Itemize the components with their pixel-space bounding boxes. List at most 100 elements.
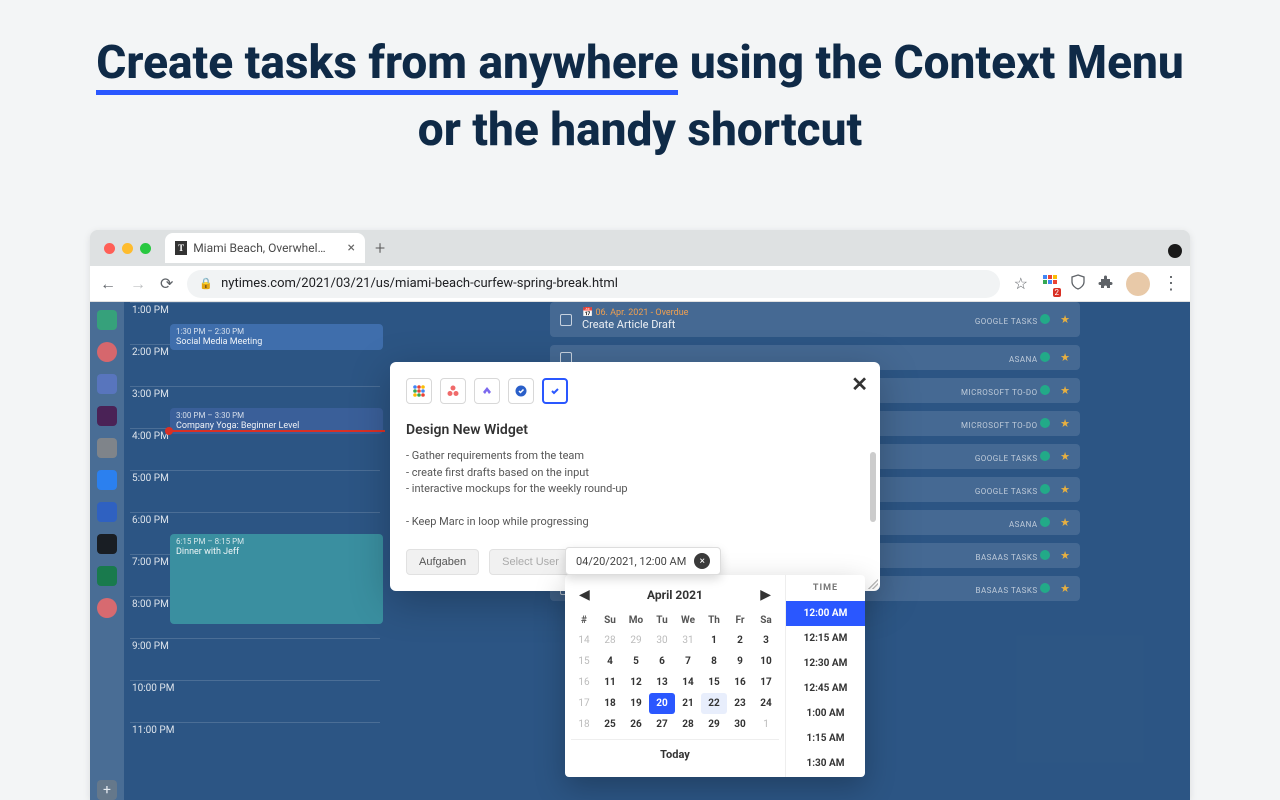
sidebar-app-7[interactable] bbox=[97, 502, 117, 522]
calendar-day[interactable]: 5 bbox=[623, 651, 649, 672]
calendar-day[interactable]: 27 bbox=[649, 714, 675, 735]
reload-icon[interactable]: ⟳ bbox=[160, 274, 173, 293]
sidebar-app-5[interactable] bbox=[97, 438, 117, 458]
time-option[interactable]: 12:00 AM bbox=[786, 601, 865, 626]
calendar-day[interactable]: 19 bbox=[623, 693, 649, 714]
time-option[interactable]: 1:15 AM bbox=[786, 726, 865, 751]
calendar-day[interactable]: 23 bbox=[727, 693, 753, 714]
maximize-window-icon[interactable] bbox=[140, 243, 151, 254]
extension-icon[interactable]: 2 bbox=[1042, 274, 1058, 294]
time-option[interactable]: 1:00 AM bbox=[786, 701, 865, 726]
calendar-day[interactable]: 1 bbox=[701, 630, 727, 651]
sidebar-app-2[interactable] bbox=[97, 342, 117, 362]
select-list-button[interactable]: Aufgaben bbox=[406, 549, 479, 575]
calendar-day[interactable]: 29 bbox=[701, 714, 727, 735]
star-icon[interactable]: ★ bbox=[1060, 549, 1070, 562]
calendar-day[interactable]: 10 bbox=[753, 651, 779, 672]
calendar-day[interactable]: 3 bbox=[753, 630, 779, 651]
resize-handle-icon[interactable] bbox=[868, 579, 878, 589]
sidebar-app-4[interactable] bbox=[97, 406, 117, 426]
calendar-day[interactable]: 16 bbox=[727, 672, 753, 693]
forward-icon[interactable]: → bbox=[130, 274, 146, 294]
star-icon[interactable]: ★ bbox=[1060, 516, 1070, 529]
integration-jira-icon[interactable] bbox=[508, 378, 534, 404]
calendar-day[interactable]: 29 bbox=[623, 630, 649, 651]
browser-tab[interactable]: T Miami Beach, Overwhelmed by × bbox=[165, 233, 365, 263]
calendar-day[interactable]: 24 bbox=[753, 693, 779, 714]
modal-close-icon[interactable]: ✕ bbox=[851, 372, 868, 396]
star-icon[interactable]: ★ bbox=[1060, 351, 1070, 364]
calendar-day[interactable]: 15 bbox=[701, 672, 727, 693]
calendar-day[interactable]: 8 bbox=[701, 651, 727, 672]
address-bar[interactable]: 🔒 nytimes.com/2021/03/21/us/miami-beach-… bbox=[187, 270, 999, 298]
star-icon[interactable]: ★ bbox=[1060, 450, 1070, 463]
task-checkbox[interactable] bbox=[560, 314, 572, 326]
sidebar-app-6[interactable] bbox=[97, 470, 117, 490]
time-option[interactable]: 12:45 AM bbox=[786, 676, 865, 701]
kebab-menu-icon[interactable]: ⋮ bbox=[1162, 273, 1180, 294]
calendar-day[interactable]: 9 bbox=[727, 651, 753, 672]
calendar-event[interactable]: 6:15 PM – 8:15 PMDinner with Jeff bbox=[170, 534, 383, 624]
back-icon[interactable]: ← bbox=[100, 274, 116, 294]
calendar-day[interactable]: 18 bbox=[597, 693, 623, 714]
calendar-day[interactable]: 22 bbox=[701, 693, 727, 714]
calendar-day[interactable]: 28 bbox=[597, 630, 623, 651]
sidebar-add-button[interactable]: + bbox=[97, 780, 117, 800]
modal-scrollbar[interactable] bbox=[870, 452, 876, 522]
integration-asana-icon[interactable] bbox=[440, 378, 466, 404]
calendar-day[interactable]: 13 bbox=[649, 672, 675, 693]
calendar-day[interactable]: 28 bbox=[675, 714, 701, 735]
calendar-day[interactable]: 21 bbox=[675, 693, 701, 714]
select-user-button[interactable]: Select User bbox=[489, 549, 572, 575]
sidebar-app-9[interactable] bbox=[97, 566, 117, 586]
calendar-event[interactable]: 1:30 PM – 2:30 PMSocial Media Meeting bbox=[170, 324, 383, 350]
sidebar-app-8[interactable] bbox=[97, 534, 117, 554]
task-description[interactable]: - Gather requirements from the team- cre… bbox=[406, 448, 864, 531]
calendar-day[interactable]: 30 bbox=[727, 714, 753, 735]
star-icon[interactable]: ★ bbox=[1060, 582, 1070, 595]
calendar-day[interactable]: 4 bbox=[597, 651, 623, 672]
shield-icon[interactable] bbox=[1070, 274, 1086, 294]
calendar-day[interactable]: 6 bbox=[649, 651, 675, 672]
clear-date-icon[interactable]: × bbox=[694, 553, 710, 569]
today-button[interactable]: Today bbox=[571, 739, 779, 769]
date-chip[interactable]: 04/20/2021, 12:00 AM × bbox=[565, 547, 721, 575]
minimize-window-icon[interactable] bbox=[122, 243, 133, 254]
next-month-icon[interactable]: ▶ bbox=[760, 587, 771, 603]
star-icon[interactable]: ★ bbox=[1060, 313, 1070, 326]
extension-settings-icon[interactable] bbox=[1168, 244, 1182, 258]
calendar-day[interactable]: 25 bbox=[597, 714, 623, 735]
extensions-puzzle-icon[interactable] bbox=[1098, 274, 1114, 294]
task-row[interactable]: 📅 06. Apr. 2021 - OverdueCreate Article … bbox=[550, 302, 1080, 337]
profile-avatar[interactable] bbox=[1126, 272, 1150, 296]
calendar-day[interactable]: 14 bbox=[675, 672, 701, 693]
tab-close-icon[interactable]: × bbox=[348, 240, 355, 256]
star-icon[interactable]: ★ bbox=[1060, 417, 1070, 430]
time-option[interactable]: 12:15 AM bbox=[786, 626, 865, 651]
calendar-day[interactable]: 20 bbox=[649, 693, 675, 714]
star-icon[interactable]: ★ bbox=[1060, 384, 1070, 397]
calendar-day[interactable]: 26 bbox=[623, 714, 649, 735]
calendar-day[interactable]: 2 bbox=[727, 630, 753, 651]
calendar-day[interactable]: 31 bbox=[675, 630, 701, 651]
star-icon[interactable]: ★ bbox=[1060, 483, 1070, 496]
integration-google-icon[interactable] bbox=[406, 378, 432, 404]
sidebar-app-10[interactable] bbox=[97, 598, 117, 618]
integration-todo-icon[interactable] bbox=[542, 378, 568, 404]
prev-month-icon[interactable]: ◀ bbox=[579, 587, 590, 603]
star-icon[interactable]: ☆ bbox=[1014, 274, 1028, 293]
time-option[interactable]: 1:30 AM bbox=[786, 751, 865, 776]
sidebar-app-1[interactable] bbox=[97, 310, 117, 330]
sidebar-app-3[interactable] bbox=[97, 374, 117, 394]
calendar-day[interactable]: 1 bbox=[753, 714, 779, 735]
calendar-day[interactable]: 30 bbox=[649, 630, 675, 651]
calendar-day[interactable]: 11 bbox=[597, 672, 623, 693]
close-window-icon[interactable] bbox=[104, 243, 115, 254]
calendar-day[interactable]: 7 bbox=[675, 651, 701, 672]
calendar-day[interactable]: 17 bbox=[753, 672, 779, 693]
new-tab-button[interactable]: + bbox=[375, 238, 385, 259]
time-option[interactable]: 12:30 AM bbox=[786, 651, 865, 676]
calendar-grid: #SuMoTuWeThFrSa1428293031123154567891016… bbox=[571, 611, 779, 735]
calendar-day[interactable]: 12 bbox=[623, 672, 649, 693]
integration-clickup-icon[interactable] bbox=[474, 378, 500, 404]
